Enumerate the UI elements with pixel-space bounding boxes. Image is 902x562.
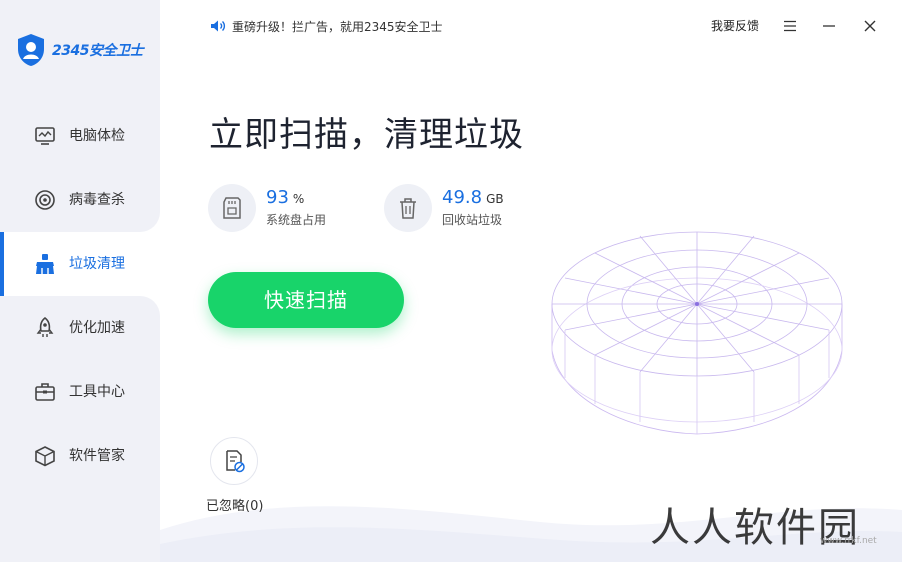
- recycle-bin-unit: GB: [486, 192, 504, 206]
- system-disk-unit: %: [292, 192, 305, 206]
- shield-logo-icon: [18, 34, 44, 66]
- sidebar: 2345安全卫士 电脑体检 病毒查杀 垃圾清理 优化加速 工具中心 软件管家: [0, 0, 160, 562]
- watermark-url: www.rrkf.net: [820, 536, 877, 546]
- sidebar-active-curve: [140, 212, 160, 232]
- monitor-icon: [35, 127, 55, 145]
- sd-card-icon: [223, 197, 241, 219]
- recycle-bin-label: 回收站垃圾: [442, 213, 503, 227]
- stat-icon-wrap: [384, 184, 432, 232]
- menu-button[interactable]: [780, 16, 800, 36]
- minimize-button[interactable]: [819, 16, 839, 36]
- stat-system-disk: 93% 系统盘占用: [208, 184, 326, 232]
- sidebar-item-label: 电脑体检: [69, 128, 125, 144]
- close-icon: [864, 20, 876, 32]
- sidebar-item-pc-checkup[interactable]: 电脑体检: [0, 104, 160, 168]
- close-button[interactable]: [860, 16, 880, 36]
- disk-wireframe-graphic: [551, 231, 843, 435]
- rocket-icon: [36, 317, 54, 337]
- ignored-items-label[interactable]: 已忽略(0): [206, 497, 263, 517]
- stat-recycle-bin: 49.8 GB 回收站垃圾: [384, 184, 504, 232]
- menu-icon: [784, 20, 796, 32]
- page-title: 立即扫描，清理垃圾: [209, 115, 524, 155]
- sidebar-item-label: 工具中心: [69, 384, 125, 400]
- stat-icon-wrap: [208, 184, 256, 232]
- sidebar-item-label: 优化加速: [69, 320, 125, 336]
- logo-text: 2345安全卫士: [52, 43, 143, 59]
- target-icon: [35, 190, 55, 210]
- quick-scan-button[interactable]: 快速扫描: [208, 272, 404, 328]
- recycle-bin-value: 49.8: [442, 187, 483, 208]
- box-icon: [35, 446, 55, 467]
- app-logo: 2345安全卫士: [16, 33, 143, 67]
- app-window: 2345安全卫士 电脑体检 病毒查杀 垃圾清理 优化加速 工具中心 软件管家 重…: [0, 0, 902, 562]
- notice-text: 重磅升级！拦广告，就用2345安全卫士: [232, 19, 443, 34]
- feedback-link[interactable]: 我要反馈: [711, 16, 759, 36]
- ignored-document-icon: [226, 450, 245, 473]
- sidebar-item-label: 垃圾清理: [69, 256, 125, 272]
- broom-icon: [36, 254, 54, 274]
- upgrade-notice[interactable]: 重磅升级！拦广告，就用2345安全卫士: [210, 16, 443, 36]
- sidebar-item-label: 病毒查杀: [69, 192, 125, 208]
- toolbox-icon: [35, 383, 55, 401]
- sidebar-item-tools[interactable]: 工具中心: [0, 360, 160, 424]
- system-disk-value: 93: [266, 187, 289, 208]
- sidebar-item-virus-scan[interactable]: 病毒查杀: [0, 168, 160, 232]
- watermark-text: 人人软件园: [650, 505, 860, 551]
- speaker-icon: [211, 20, 226, 32]
- sidebar-item-software[interactable]: 软件管家: [0, 424, 160, 488]
- minimize-icon: [823, 25, 835, 27]
- sidebar-item-optimize[interactable]: 优化加速: [0, 296, 160, 360]
- sidebar-item-junk-clean[interactable]: 垃圾清理: [0, 232, 160, 296]
- ignored-items-button[interactable]: [210, 437, 258, 485]
- sidebar-item-label: 软件管家: [69, 448, 125, 464]
- system-disk-label: 系统盘占用: [266, 213, 327, 227]
- trash-icon: [400, 198, 416, 219]
